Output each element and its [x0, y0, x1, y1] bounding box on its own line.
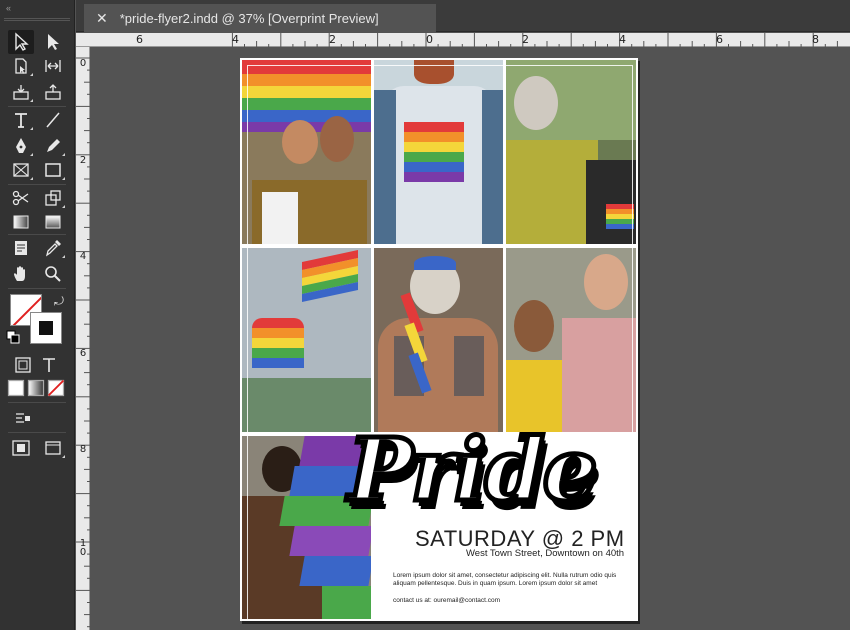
vertical-ruler[interactable]: 0 2 4 6 8 10	[76, 47, 90, 630]
formatting-container-icon[interactable]	[12, 354, 34, 376]
flyer-contact[interactable]: contact us at: ouremail@contact.com	[393, 597, 500, 604]
panel-grip[interactable]	[4, 18, 70, 21]
ruler-label: 8	[812, 33, 819, 46]
scissors-tool-icon[interactable]	[8, 186, 34, 210]
pen-tool-icon[interactable]	[8, 134, 34, 158]
selection-tool-icon[interactable]	[8, 30, 34, 54]
ruler-label: 4	[79, 251, 87, 262]
type-tool-icon[interactable]	[8, 108, 34, 132]
ruler-label: 6	[716, 33, 723, 46]
ruler-label: 2	[329, 33, 336, 46]
note-tool-icon[interactable]	[8, 236, 34, 260]
place-gun-icon[interactable]	[10, 406, 36, 430]
direct-selection-tool-icon[interactable]	[40, 30, 66, 54]
swap-fill-stroke-icon[interactable]: ⤾	[54, 294, 64, 309]
ruler-label: 2	[79, 155, 87, 166]
ruler-label: 2	[522, 33, 529, 46]
ruler-label: 6	[136, 33, 143, 46]
apply-gradient-icon[interactable]	[26, 378, 46, 398]
hand-tool-icon[interactable]	[8, 262, 34, 286]
document-tab[interactable]: ✕ *pride-flyer2.indd @ 37% [Overprint Pr…	[84, 4, 436, 32]
flyer-body-text[interactable]: aliquam pellentesque. Duis in quam ipsum…	[393, 580, 597, 587]
gradient-feather-tool-icon[interactable]	[40, 210, 66, 234]
close-tab-icon[interactable]: ✕	[96, 10, 108, 27]
content-placer-tool-icon[interactable]	[40, 80, 66, 104]
flyer-address[interactable]: West Town Street, Downtown on 40th	[466, 548, 624, 559]
rectangle-frame-tool-icon[interactable]	[8, 158, 34, 182]
formatting-text-icon[interactable]	[38, 354, 60, 376]
apply-none-icon[interactable]	[46, 378, 66, 398]
normal-view-mode-icon[interactable]	[8, 436, 34, 460]
gradient-swatch-tool-icon[interactable]	[8, 210, 34, 234]
free-transform-tool-icon[interactable]	[40, 186, 66, 210]
document-tab-title: *pride-flyer2.indd @ 37% [Overprint Prev…	[119, 10, 379, 26]
zoom-tool-icon[interactable]	[40, 262, 66, 286]
indesign-window: « ⤾ ✕ *pride-flyer2.indd @ 37% [Overprin…	[0, 0, 850, 630]
stroke-swatch[interactable]	[30, 312, 62, 344]
panel-collapse-icon[interactable]: «	[6, 3, 11, 13]
gap-tool-icon[interactable]	[40, 54, 66, 78]
ruler-label: 0	[426, 33, 433, 46]
flyer-headline[interactable]: Pride	[346, 425, 648, 516]
pencil-tool-icon[interactable]	[40, 134, 66, 158]
ruler-label: 10	[79, 538, 87, 558]
content-collector-tool-icon[interactable]	[8, 80, 34, 104]
ruler-label: 4	[619, 33, 626, 46]
horizontal-ruler[interactable]: 6 4 2 0 2 4 6 8	[76, 33, 850, 47]
document-tab-bar: ✕ *pride-flyer2.indd @ 37% [Overprint Pr…	[76, 0, 850, 32]
default-fill-stroke-icon[interactable]	[6, 330, 22, 346]
rectangle-tool-icon[interactable]	[40, 158, 66, 182]
screen-mode-icon[interactable]	[40, 436, 66, 460]
line-tool-icon[interactable]	[40, 108, 66, 132]
eyedropper-tool-icon[interactable]	[40, 236, 66, 260]
apply-color-icon[interactable]	[6, 378, 26, 398]
tools-panel: « ⤾	[0, 0, 75, 630]
ruler-label: 6	[79, 348, 87, 359]
flyer-body-text[interactable]: Lorem ipsum dolor sit amet, consectetur …	[393, 572, 616, 579]
page-tool-icon[interactable]	[8, 54, 34, 78]
ruler-label: 4	[232, 33, 239, 46]
ruler-label: 8	[79, 444, 87, 455]
horizontal-ruler-ticks	[231, 33, 838, 47]
ruler-label: 0	[79, 58, 87, 69]
